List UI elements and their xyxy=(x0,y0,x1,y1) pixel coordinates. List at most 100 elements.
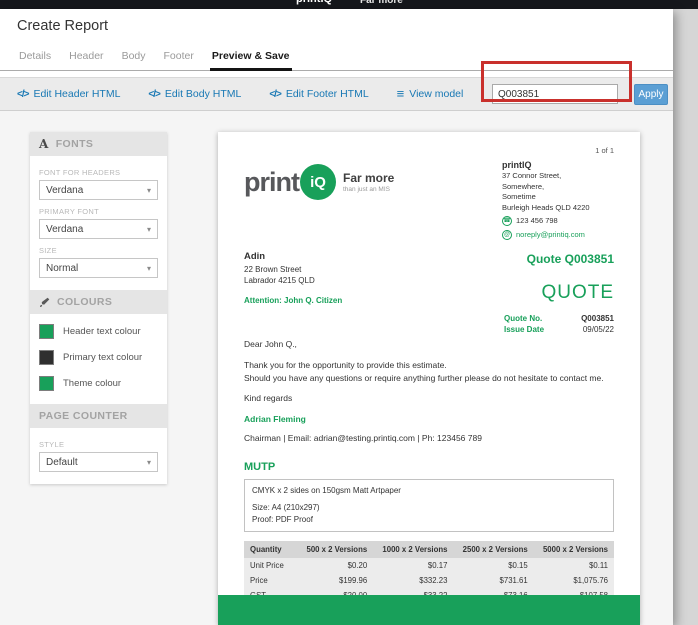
tab-header[interactable]: Header xyxy=(67,43,105,71)
code-icon: </> xyxy=(17,88,30,100)
colours-section-header: COLOURS xyxy=(30,290,167,314)
regards-line: Kind regards xyxy=(244,393,293,404)
price-table: Quantity 500 x 2 Versions 1000 x 2 Versi… xyxy=(244,540,614,595)
green-footer-bar xyxy=(218,595,640,625)
column-header: 5000 x 2 Versions xyxy=(533,540,614,558)
primary-font-value: Verdana xyxy=(46,223,84,235)
cell-value: $33.22 xyxy=(373,587,454,595)
logo-tagline-main: Far more xyxy=(343,171,395,185)
logo-iq-circle-icon: iQ xyxy=(300,164,336,200)
colours-section-title: COLOURS xyxy=(57,296,113,308)
page-counter-text: 1 of 1 xyxy=(595,146,614,155)
chevron-down-icon: ▾ xyxy=(146,457,151,467)
preview-toolbar: </> Edit Header HTML </> Edit Body HTML … xyxy=(0,77,673,111)
style-label: STYLE xyxy=(39,440,65,449)
table-row: Unit Price $0.20 $0.17 $0.15 $0.11 xyxy=(244,557,614,573)
view-model-button[interactable]: ≡ View model xyxy=(397,87,464,100)
quote-heading: QUOTE xyxy=(541,282,614,304)
size-select[interactable]: Normal ▾ xyxy=(39,258,158,278)
primary-font-select[interactable]: Verdana ▾ xyxy=(39,219,158,239)
report-number-input[interactable] xyxy=(492,84,618,104)
apply-button[interactable]: Apply xyxy=(634,83,668,105)
cell-value: $1,075.76 xyxy=(533,572,614,588)
edit-body-html-label: Edit Body HTML xyxy=(164,88,242,100)
create-report-dialog: Create Report Details Header Body Footer… xyxy=(0,9,673,625)
letter-line: Thank you for the opportunity to provide… xyxy=(244,359,447,370)
logo-tagline: Far more than just an MIS xyxy=(343,171,394,193)
tab-preview-save[interactable]: Preview & Save xyxy=(209,43,292,71)
company-email-row: @ noreply@printiq.com xyxy=(502,230,614,241)
company-address-line: Sometime xyxy=(502,192,536,202)
colours-section-body: Header text colour Primary text colour T… xyxy=(30,314,167,404)
issue-date-value: 09/05/22 xyxy=(582,325,614,335)
primary-text-colour-row[interactable]: Primary text colour xyxy=(39,350,158,365)
document-header-row: print iQ Far more than just an MIS 1 of … xyxy=(244,146,614,240)
column-header: 1000 x 2 Versions xyxy=(373,540,454,558)
product-description: CMYK x 2 sides on 150gsm Matt Artpaper xyxy=(252,485,401,495)
quote-reference: Quote Q003851 xyxy=(526,252,614,267)
page-counter-style-value: Default xyxy=(46,456,78,468)
topbar-logo-fragment: printIQ xyxy=(296,0,332,5)
company-address-line: Somewhere, xyxy=(502,181,545,191)
header-text-colour-row[interactable]: Header text colour xyxy=(39,324,158,339)
report-preview-document: print iQ Far more than just an MIS 1 of … xyxy=(218,132,640,625)
chevron-down-icon: ▾ xyxy=(146,263,151,273)
quote-no-value: Q003851 xyxy=(581,314,614,324)
theme-colour-row[interactable]: Theme colour xyxy=(39,376,158,391)
edit-footer-html-button[interactable]: </> Edit Footer HTML xyxy=(269,88,368,100)
theme-colour-label: Theme colour xyxy=(63,378,122,389)
edit-body-html-button[interactable]: </> Edit Body HTML xyxy=(148,88,241,100)
tab-body[interactable]: Body xyxy=(120,43,148,71)
quote-summary-block: Quote Q003851 QUOTE Quote No. Q003851 Is… xyxy=(504,250,614,336)
table-row: Price $199.96 $332.23 $731.61 $1,075.76 xyxy=(244,572,614,588)
salutation: Dear John Q., xyxy=(244,339,297,350)
top-navigation-bar: printIQ Far more xyxy=(0,0,698,9)
header-text-colour-swatch[interactable] xyxy=(39,324,54,339)
row-label: Unit Price xyxy=(244,557,298,573)
chevron-down-icon: ▾ xyxy=(146,224,151,234)
chevron-down-icon: ▾ xyxy=(146,185,151,195)
cell-value: $199.96 xyxy=(297,572,374,588)
quote-no-row: Quote No. Q003851 xyxy=(504,314,614,323)
primary-text-colour-swatch[interactable] xyxy=(39,350,54,365)
fonts-section-title: FONTS xyxy=(55,138,94,150)
customer-address-block: Adin 22 Brown Street Labrador 4215 QLD A… xyxy=(244,250,342,336)
font-for-headers-value: Verdana xyxy=(46,184,84,196)
table-row: GST $20.00 $33.22 $73.16 $107.58 xyxy=(244,587,614,595)
page-title: Create Report xyxy=(17,18,109,34)
logo-print-text: print xyxy=(244,166,300,197)
quote-no-label: Quote No. xyxy=(504,314,543,324)
size-value: Normal xyxy=(46,262,79,274)
company-name: printIQ xyxy=(502,159,532,170)
code-icon: </> xyxy=(148,88,161,100)
topbar-tagline-fragment: Far more xyxy=(360,0,403,6)
customer-name: Adin xyxy=(244,251,266,263)
column-header: Quantity xyxy=(244,540,298,558)
letter-paragraph: Thank you for the opportunity to provide… xyxy=(244,359,614,385)
page-counter-style-select[interactable]: Default ▾ xyxy=(39,452,158,472)
primary-text-colour-label: Primary text colour xyxy=(63,352,143,363)
edit-header-html-button[interactable]: </> Edit Header HTML xyxy=(17,88,120,100)
view-model-label: View model xyxy=(409,88,464,100)
product-description-box: CMYK x 2 sides on 150gsm Matt Artpaper S… xyxy=(244,478,614,532)
column-header: 2500 x 2 Versions xyxy=(453,540,534,558)
letter-body: Dear John Q., Thank you for the opportun… xyxy=(244,336,614,445)
fonts-section-header: A FONTS xyxy=(30,132,167,156)
product-size: Size: A4 (210x297) xyxy=(252,502,320,512)
company-address-block: 1 of 1 printIQ 37 Connor Street, Somewhe… xyxy=(502,146,614,240)
report-options-sidebar: A FONTS FONT FOR HEADERS Verdana ▾ PRIMA… xyxy=(30,132,167,484)
phone-icon: ☎ xyxy=(502,216,512,227)
company-email: noreply@printiq.com xyxy=(516,229,585,239)
issue-date-label: Issue Date xyxy=(504,325,545,335)
email-at-icon: @ xyxy=(502,229,512,240)
tab-details[interactable]: Details xyxy=(17,43,53,71)
font-for-headers-select[interactable]: Verdana ▾ xyxy=(39,180,158,200)
tab-footer[interactable]: Footer xyxy=(162,43,196,71)
company-address-line: Burleigh Heads QLD 4220 xyxy=(502,202,590,212)
theme-colour-swatch[interactable] xyxy=(39,376,54,391)
cell-value: $332.23 xyxy=(373,572,454,588)
cell-value: $0.20 xyxy=(297,557,374,573)
cell-value: $20.00 xyxy=(297,587,374,595)
page-counter-section-body: STYLE Default ▾ xyxy=(30,428,167,484)
company-address-line: 37 Connor Street, xyxy=(502,171,562,181)
